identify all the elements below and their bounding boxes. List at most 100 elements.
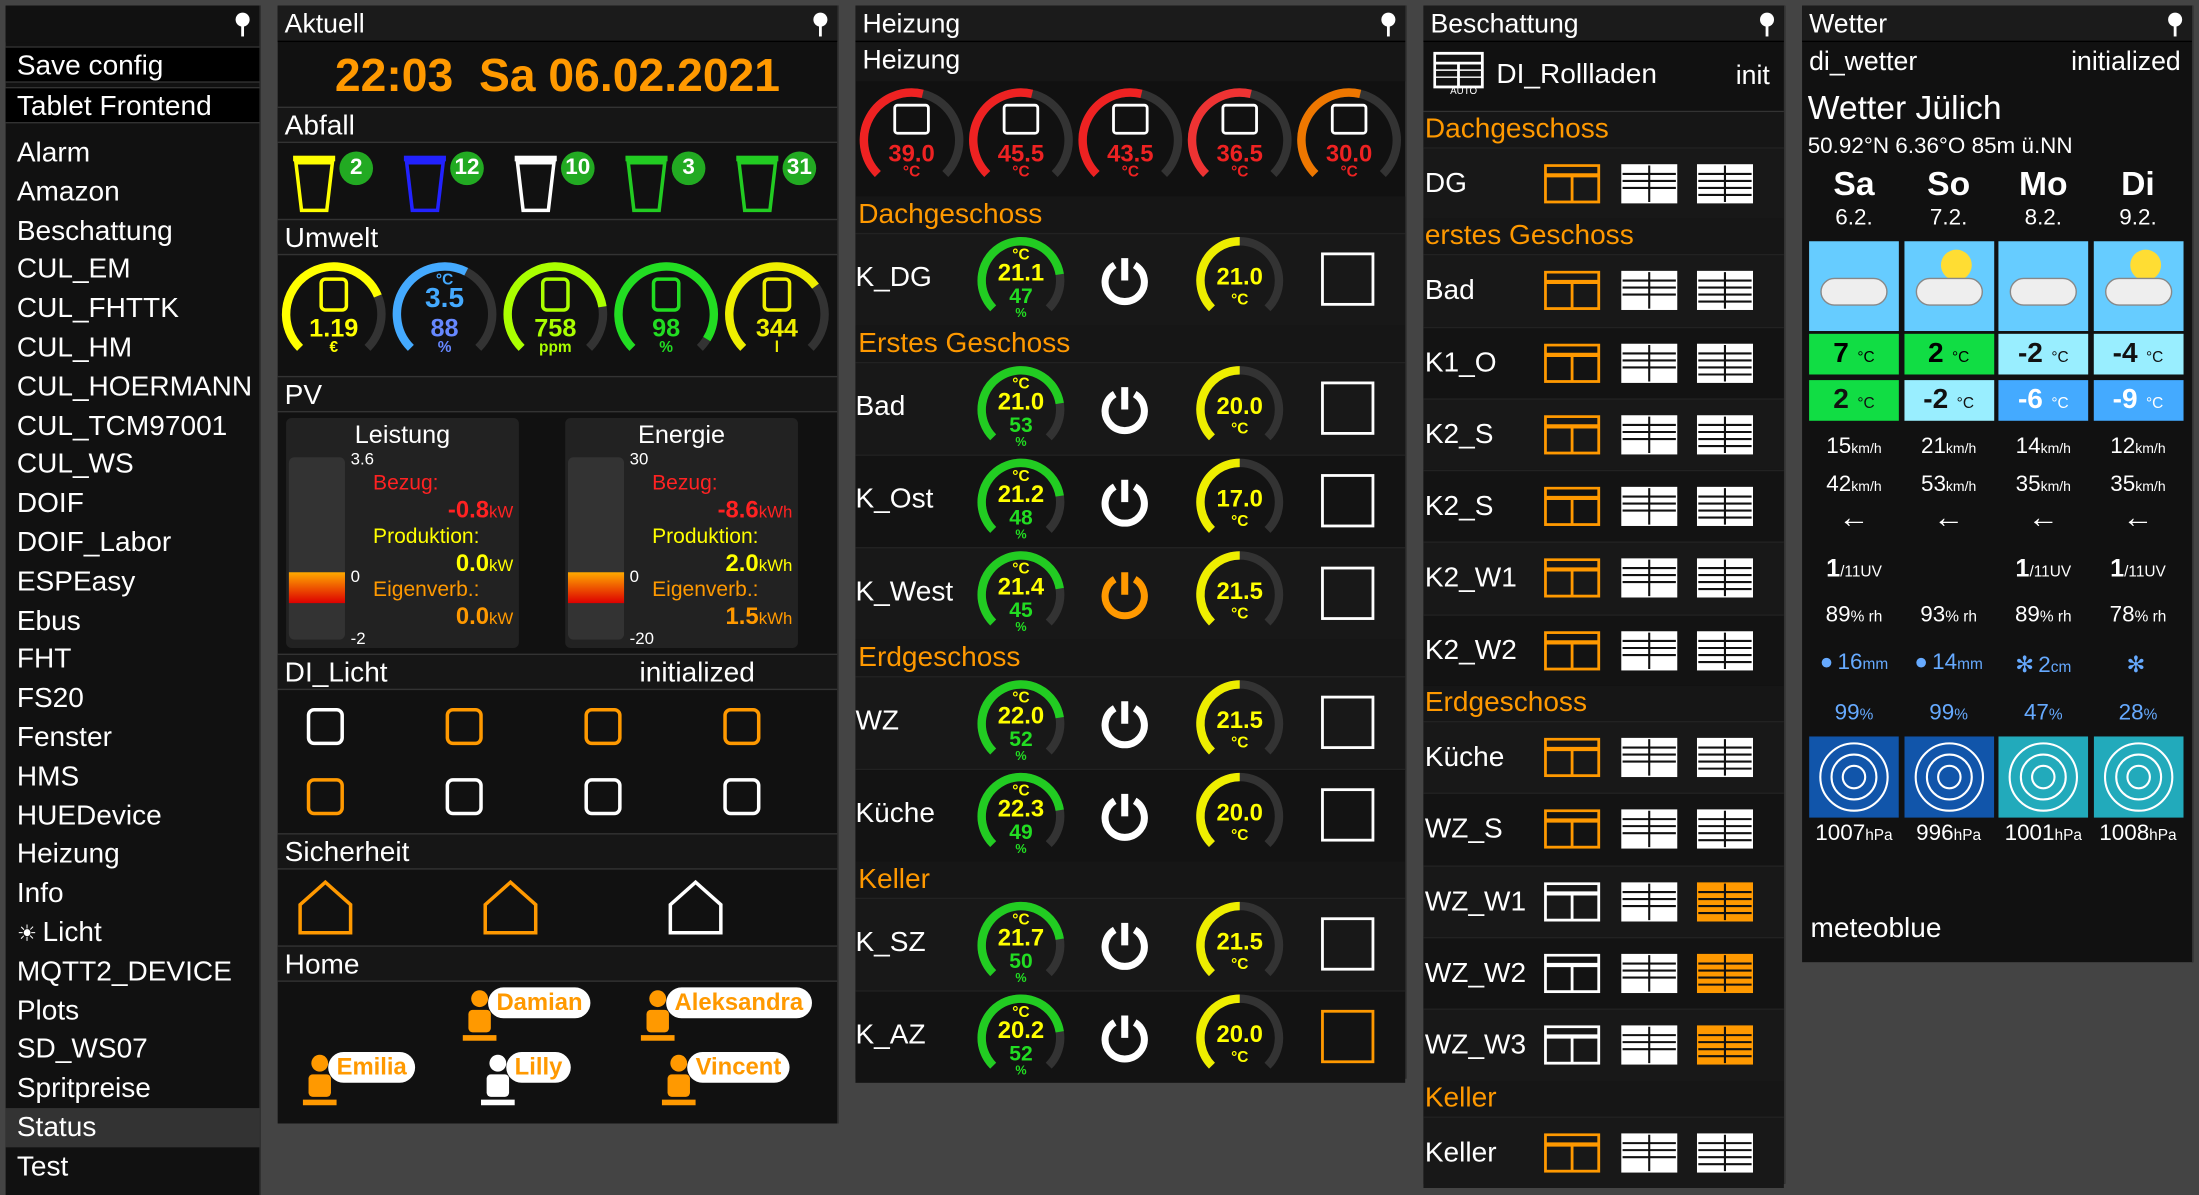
shutter-half-icon[interactable]	[1621, 881, 1680, 924]
shutter-closed-icon[interactable]	[1696, 558, 1756, 601]
sidebar-item[interactable]: Amazon	[6, 172, 260, 211]
shutter-open-icon[interactable]	[1544, 271, 1603, 313]
person-badge[interactable]: Lilly	[506, 1051, 571, 1083]
power-icon[interactable]	[1097, 474, 1153, 530]
sidebar-item[interactable]: Alarm	[6, 133, 260, 172]
shutter-closed-icon[interactable]	[1696, 953, 1756, 996]
power-icon[interactable]	[1097, 1010, 1153, 1066]
shutter-closed-icon[interactable]	[1696, 1132, 1756, 1175]
sidebar-item[interactable]: SD_WS07	[6, 1030, 260, 1069]
sidebar-button[interactable]: Save config	[5, 46, 260, 83]
pin-icon[interactable]	[1759, 12, 1776, 37]
shutter-closed-icon[interactable]	[1696, 1025, 1756, 1068]
shutter-half-icon[interactable]	[1621, 809, 1680, 852]
pot-icon[interactable]	[714, 698, 770, 754]
shutter-open-icon[interactable]	[1544, 343, 1603, 385]
shutter-half-icon[interactable]	[1621, 630, 1680, 673]
person-badge[interactable]: Emilia	[328, 1051, 416, 1083]
sidebar-item[interactable]: Beschattung	[6, 211, 260, 250]
sidebar-button[interactable]: Tablet Frontend	[5, 86, 260, 124]
person-badge[interactable]: Vincent	[687, 1051, 790, 1083]
sidebar-item[interactable]: Heizung	[6, 835, 260, 874]
shutter-open-icon[interactable]	[1544, 630, 1603, 673]
sidebar-item[interactable]: CUL_HM	[6, 328, 260, 367]
person-badge[interactable]: Damian	[488, 987, 592, 1019]
power-icon[interactable]	[1097, 788, 1153, 844]
shutter-half-icon[interactable]	[1621, 486, 1680, 529]
shutter-closed-icon[interactable]	[1696, 486, 1756, 529]
sidebar-item[interactable]: Test	[6, 1147, 260, 1186]
shutter-open-icon[interactable]	[1544, 164, 1603, 206]
shutter-half-icon[interactable]	[1621, 1025, 1680, 1068]
shutter-open-icon[interactable]	[1544, 558, 1603, 601]
house-lock-icon[interactable]	[295, 877, 357, 939]
sidebar-item[interactable]: DOIF_Labor	[6, 523, 260, 562]
shutter-closed-icon[interactable]	[1696, 809, 1756, 852]
sidebar-item[interactable]: Plots	[6, 991, 260, 1030]
sidebar-item[interactable]: ESPEasy	[6, 562, 260, 601]
lamp-icon[interactable]	[297, 698, 353, 754]
pressure-icon	[2093, 736, 2183, 818]
sidebar-item[interactable]: HMS	[6, 757, 260, 796]
heizung-subtitle: Heizung	[855, 42, 1406, 82]
pin-icon[interactable]	[2167, 12, 2184, 37]
person-badge[interactable]: Aleksandra	[666, 987, 812, 1019]
sidebar-item[interactable]: HUEDevice	[6, 796, 260, 835]
power-icon[interactable]	[1097, 382, 1153, 438]
shutter-closed-icon[interactable]	[1696, 343, 1756, 385]
plant-icon[interactable]	[714, 769, 770, 825]
sidebar-item[interactable]: CUL_FHTTK	[6, 289, 260, 328]
shutter-name: K2_S	[1424, 419, 1494, 451]
sidebar-item[interactable]: CUL_WS	[6, 445, 260, 484]
sidebar-item[interactable]: ☀ Licht	[6, 913, 260, 952]
shutter-half-icon[interactable]	[1621, 737, 1680, 780]
power-icon[interactable]	[1097, 696, 1153, 752]
garage-icon[interactable]	[665, 877, 727, 939]
sidebar-item[interactable]: CUL_HOERMANN	[6, 367, 260, 406]
bicycle-icon[interactable]	[436, 769, 492, 825]
sidebar-item[interactable]: CUL_TCM97001	[6, 406, 260, 445]
shutter-open-icon[interactable]	[1544, 486, 1603, 529]
pin-icon[interactable]	[812, 12, 829, 37]
shutter-closed-icon[interactable]	[1696, 271, 1756, 313]
lamp-icon[interactable]	[297, 769, 353, 825]
shutter-closed-icon[interactable]	[1696, 415, 1756, 457]
shutter-closed-icon[interactable]	[1696, 737, 1756, 780]
sidebar-item[interactable]: Info	[6, 874, 260, 913]
sidebar-item[interactable]: DOIF	[6, 484, 260, 523]
shutter-open-icon[interactable]	[1544, 737, 1603, 780]
shutter-open-icon[interactable]	[1544, 881, 1603, 924]
sofa-icon[interactable]	[436, 698, 492, 754]
sidebar-item[interactable]: Spritpreise	[6, 1069, 260, 1108]
shutter-open-icon[interactable]	[1544, 1025, 1603, 1068]
pin-icon[interactable]	[234, 12, 251, 37]
sidebar-item[interactable]: Fenster	[6, 718, 260, 757]
shutter-open-icon[interactable]	[1544, 415, 1603, 457]
shutter-half-icon[interactable]	[1621, 271, 1680, 313]
shutter-open-icon[interactable]	[1544, 953, 1603, 996]
stairs-icon[interactable]	[575, 769, 631, 825]
power-icon[interactable]	[1097, 252, 1153, 308]
shutter-open-icon[interactable]	[1544, 1132, 1603, 1175]
shutter-half-icon[interactable]	[1621, 415, 1680, 457]
power-icon[interactable]	[1097, 917, 1153, 973]
shutter-closed-icon[interactable]	[1696, 881, 1756, 924]
shutter-half-icon[interactable]	[1621, 953, 1680, 996]
shutter-open-icon[interactable]	[1544, 809, 1603, 852]
shutter-closed-icon[interactable]	[1696, 630, 1756, 673]
door-icon[interactable]	[575, 698, 631, 754]
shutter-half-icon[interactable]	[1621, 1132, 1680, 1175]
shutter-half-icon[interactable]	[1621, 343, 1680, 385]
shutter-closed-icon[interactable]	[1696, 164, 1756, 206]
house-person-icon[interactable]	[480, 877, 542, 939]
sidebar-item[interactable]: FHT	[6, 640, 260, 679]
sidebar-item[interactable]: FS20	[6, 679, 260, 718]
pin-icon[interactable]	[1380, 12, 1397, 37]
sidebar-item[interactable]: Status	[5, 1107, 260, 1147]
sidebar-item[interactable]: MQTT2_DEVICE	[6, 952, 260, 991]
power-icon[interactable]	[1097, 567, 1153, 623]
sidebar-item[interactable]: CUL_EM	[6, 250, 260, 289]
shutter-half-icon[interactable]	[1621, 558, 1680, 601]
shutter-half-icon[interactable]	[1621, 164, 1680, 206]
sidebar-item[interactable]: Ebus	[6, 601, 260, 640]
